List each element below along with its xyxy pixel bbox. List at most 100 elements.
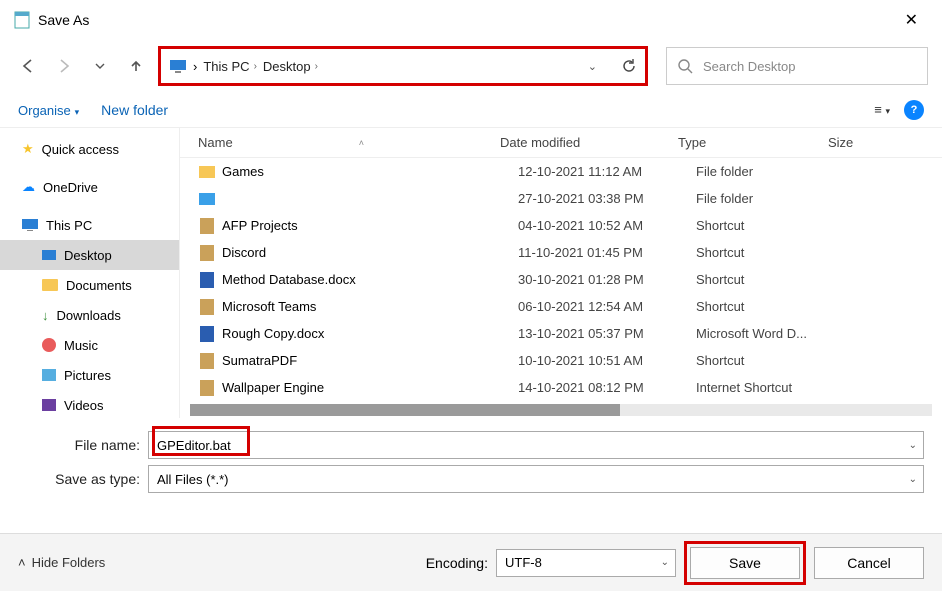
file-type: Shortcut	[696, 218, 846, 233]
hide-folders-button[interactable]: ˄ Hide Folders	[18, 555, 105, 570]
organise-button[interactable]: Organise ▾	[18, 102, 79, 118]
chevron-down-icon[interactable]: ⌄	[909, 474, 917, 485]
recent-locations-button[interactable]	[86, 52, 114, 80]
up-button[interactable]	[122, 52, 150, 80]
file-date: 14-10-2021 08:12 PM	[518, 380, 696, 395]
file-type: File folder	[696, 191, 846, 206]
new-folder-button[interactable]: New folder	[101, 102, 168, 118]
filename-label: File name:	[18, 437, 148, 453]
toolbar: Organise ▾ New folder ≡ ▾ ?	[0, 92, 942, 128]
file-type: Shortcut	[696, 245, 846, 260]
download-icon: ↓	[42, 308, 49, 323]
sidebar-item-documents[interactable]: Documents	[0, 270, 179, 300]
notepad-icon	[14, 11, 30, 29]
file-name: Games	[222, 164, 518, 179]
pc-icon	[169, 59, 187, 73]
forward-button[interactable]	[50, 52, 78, 80]
col-size-header[interactable]: Size	[828, 135, 942, 150]
file-row[interactable]: AFP Projects04-10-2021 10:52 AMShortcut	[180, 212, 942, 239]
breadcrumb-this-pc[interactable]: This PC›	[203, 59, 257, 74]
file-type: Microsoft Word D...	[696, 326, 846, 341]
file-icon	[198, 218, 216, 234]
sidebar-item-music[interactable]: Music	[0, 330, 179, 360]
sidebar-item-videos[interactable]: Videos	[0, 390, 179, 418]
path-dropdown-icon[interactable]: ⌄	[588, 60, 597, 73]
file-icon	[198, 353, 216, 369]
file-type: Internet Shortcut	[696, 380, 846, 395]
file-date: 27-10-2021 03:38 PM	[518, 191, 696, 206]
file-date: 06-10-2021 12:54 AM	[518, 299, 696, 314]
breadcrumb-desktop[interactable]: Desktop›	[263, 59, 318, 74]
chevron-down-icon[interactable]: ⌄	[661, 557, 669, 568]
sort-indicator-icon: ˄	[359, 138, 364, 148]
pictures-icon	[42, 369, 56, 381]
file-row[interactable]: 27-10-2021 03:38 PMFile folder	[180, 185, 942, 212]
file-type: File folder	[696, 164, 846, 179]
file-row[interactable]: Rough Copy.docx13-10-2021 05:37 PMMicros…	[180, 320, 942, 347]
sidebar-item-pictures[interactable]: Pictures	[0, 360, 179, 390]
cloud-icon: ☁	[22, 179, 35, 195]
nav-row: › This PC› Desktop› ⌄ Search Desktop	[0, 40, 942, 92]
chevron-right-icon: ›	[193, 59, 197, 74]
music-icon	[42, 338, 56, 352]
file-row[interactable]: Discord11-10-2021 01:45 PMShortcut	[180, 239, 942, 266]
videos-icon	[42, 399, 56, 411]
save-button[interactable]: Save	[690, 547, 800, 579]
savetype-select[interactable]: All Files (*.*) ⌄	[148, 465, 924, 493]
sidebar-item-onedrive[interactable]: ☁OneDrive	[0, 172, 179, 202]
file-name: AFP Projects	[222, 218, 518, 233]
file-icon	[198, 272, 216, 288]
col-date-header[interactable]: Date modified	[500, 135, 678, 150]
savetype-value: All Files (*.*)	[157, 472, 229, 487]
file-date: 30-10-2021 01:28 PM	[518, 272, 696, 287]
file-row[interactable]: Wallpaper Engine14-10-2021 08:12 PMInter…	[180, 374, 942, 401]
file-icon	[198, 164, 216, 180]
sidebar-item-desktop[interactable]: Desktop	[0, 240, 179, 270]
horizontal-scrollbar[interactable]	[190, 404, 932, 416]
file-date: 11-10-2021 01:45 PM	[518, 245, 696, 260]
search-placeholder: Search Desktop	[703, 59, 796, 74]
address-bar[interactable]: › This PC› Desktop› ⌄	[158, 46, 648, 86]
back-button[interactable]	[14, 52, 42, 80]
refresh-button[interactable]	[621, 58, 637, 74]
filename-input[interactable]: GPEditor.bat ⌄	[148, 431, 924, 459]
file-icon	[198, 191, 216, 207]
col-type-header[interactable]: Type	[678, 135, 828, 150]
sidebar: ★Quick access ☁OneDrive This PC Desktop …	[0, 128, 180, 418]
file-row[interactable]: SumatraPDF10-10-2021 10:51 AMShortcut	[180, 347, 942, 374]
file-name: Method Database.docx	[222, 272, 518, 287]
file-name: Discord	[222, 245, 518, 260]
file-name: Rough Copy.docx	[222, 326, 518, 341]
sidebar-item-quick-access[interactable]: ★Quick access	[0, 134, 179, 164]
encoding-value: UTF-8	[505, 555, 542, 570]
file-row[interactable]: Microsoft Teams06-10-2021 12:54 AMShortc…	[180, 293, 942, 320]
column-headers: Name˄ Date modified Type Size	[180, 128, 942, 158]
star-icon: ★	[22, 141, 34, 157]
file-date: 10-10-2021 10:51 AM	[518, 353, 696, 368]
file-icon	[198, 299, 216, 315]
file-row[interactable]: Method Database.docx30-10-2021 01:28 PMS…	[180, 266, 942, 293]
col-name-header[interactable]: Name˄	[180, 135, 500, 150]
file-row[interactable]: Games12-10-2021 11:12 AMFile folder	[180, 158, 942, 185]
search-input[interactable]: Search Desktop	[666, 47, 928, 85]
file-icon	[198, 245, 216, 261]
sidebar-item-downloads[interactable]: ↓Downloads	[0, 300, 179, 330]
encoding-select[interactable]: UTF-8 ⌄	[496, 549, 676, 577]
sidebar-item-this-pc[interactable]: This PC	[0, 210, 179, 240]
chevron-up-icon: ˄	[18, 555, 26, 570]
chevron-down-icon[interactable]: ⌄	[909, 440, 917, 451]
file-name: SumatraPDF	[222, 353, 518, 368]
desktop-icon	[42, 250, 56, 260]
view-options-button[interactable]: ≡ ▾	[874, 102, 890, 117]
file-date: 04-10-2021 10:52 AM	[518, 218, 696, 233]
title-bar: Save As ✕	[0, 0, 942, 40]
file-type: Shortcut	[696, 353, 846, 368]
close-button[interactable]: ✕	[895, 4, 928, 36]
cancel-button[interactable]: Cancel	[814, 547, 924, 579]
bottom-bar: ˄ Hide Folders Encoding: UTF-8 ⌄ Save Ca…	[0, 533, 942, 591]
help-button[interactable]: ?	[904, 100, 924, 120]
folder-icon	[42, 279, 58, 291]
file-name: Wallpaper Engine	[222, 380, 518, 395]
file-type: Shortcut	[696, 299, 846, 314]
file-type: Shortcut	[696, 272, 846, 287]
